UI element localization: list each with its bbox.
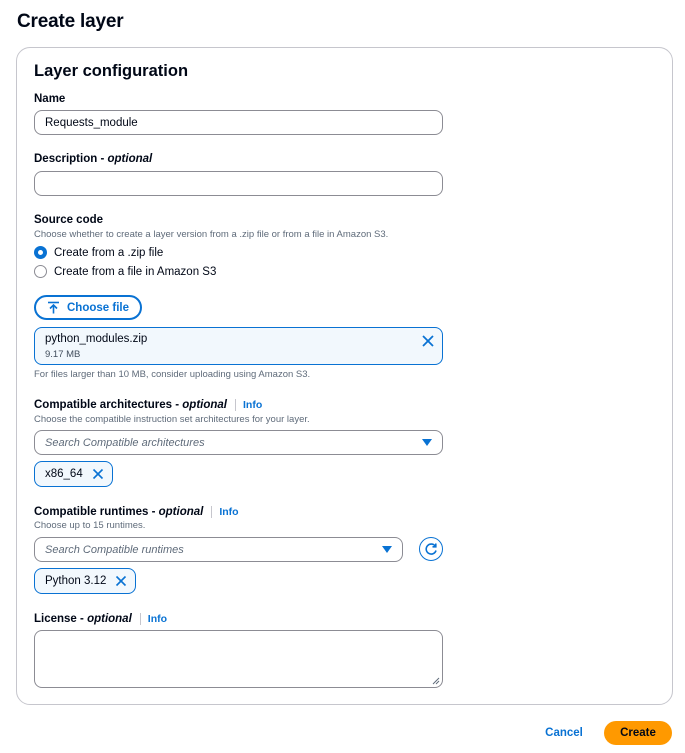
choose-file-button[interactable]: Choose file (34, 295, 142, 320)
architectures-info-link[interactable]: Info (243, 399, 262, 411)
license-optional: optional (87, 613, 132, 625)
description-optional: optional (107, 153, 153, 165)
radio-create-from-zip[interactable]: Create from a .zip file (34, 246, 163, 259)
license-info-link[interactable]: Info (148, 613, 167, 625)
license-label: License - optional Info (34, 613, 168, 625)
description-label: Description - optional (34, 153, 153, 165)
runtimes-label-text: Compatible runtimes (34, 506, 149, 518)
refresh-runtimes-button[interactable] (419, 537, 443, 561)
create-button[interactable]: Create (604, 721, 672, 745)
source-code-label: Source code (34, 214, 103, 226)
file-size: 9.17 MB (45, 349, 81, 360)
architectures-description: Choose the compatible instruction set ar… (34, 414, 310, 425)
runtimes-placeholder: Search Compatible runtimes (45, 543, 184, 556)
radio-label-s3: Create from a file in Amazon S3 (54, 265, 217, 278)
container-title: Layer configuration (34, 62, 189, 80)
architectures-label: Compatible architectures - optional Info (34, 399, 263, 411)
label-divider (235, 399, 236, 411)
file-name: python_modules.zip (45, 333, 148, 345)
radio-create-from-s3[interactable]: Create from a file in Amazon S3 (34, 265, 216, 278)
radio-button-checked[interactable] (34, 246, 47, 259)
choose-file-label: Choose file (67, 301, 129, 314)
caret-down-icon (422, 439, 432, 446)
uploaded-file-token: python_modules.zip 9.17 MB (34, 327, 443, 365)
source-code-label-text: Source code (34, 214, 104, 226)
architectures-placeholder: Search Compatible architectures (45, 436, 205, 449)
runtimes-optional: optional (158, 506, 204, 518)
architectures-optional: optional (182, 399, 227, 411)
close-icon[interactable] (115, 575, 127, 587)
name-label: Name (34, 93, 65, 105)
refresh-icon (425, 543, 437, 555)
close-icon[interactable] (421, 334, 435, 348)
description-label-text: Description (34, 153, 98, 165)
close-icon[interactable] (92, 468, 104, 480)
cancel-button[interactable]: Cancel (538, 722, 590, 744)
description-input[interactable] (34, 171, 443, 196)
source-code-description: Choose whether to create a layer version… (34, 229, 389, 240)
radio-button-unchecked[interactable] (34, 265, 47, 278)
architecture-token-label: x86_64 (45, 468, 83, 480)
runtimes-label: Compatible runtimes - optional Info (34, 506, 239, 518)
name-label-text: Name (34, 93, 66, 105)
license-textarea[interactable] (34, 630, 443, 688)
license-label-text: License (34, 613, 77, 625)
label-divider (139, 613, 141, 625)
layer-configuration-container: Layer configuration Name Requests_module… (16, 47, 673, 705)
upload-icon (48, 301, 59, 314)
runtimes-info-link[interactable]: Info (219, 506, 238, 518)
caret-down-icon (382, 546, 392, 553)
page-title: Create layer (17, 11, 124, 32)
runtimes-select[interactable]: Search Compatible runtimes (34, 537, 403, 562)
architectures-select[interactable]: Search Compatible architectures (34, 430, 443, 455)
file-size-hint: For files larger than 10 MB, consider up… (34, 369, 311, 380)
name-input[interactable]: Requests_module (34, 110, 443, 135)
runtime-token-label: Python 3.12 (45, 575, 107, 587)
runtime-token: Python 3.12 (34, 568, 137, 594)
architectures-label-text: Compatible architectures (34, 399, 173, 411)
label-divider (211, 506, 213, 518)
resize-handle-icon[interactable] (432, 677, 440, 685)
radio-label-zip: Create from a .zip file (54, 246, 164, 259)
architecture-token: x86_64 (34, 461, 113, 487)
runtimes-description: Choose up to 15 runtimes. (34, 520, 146, 531)
